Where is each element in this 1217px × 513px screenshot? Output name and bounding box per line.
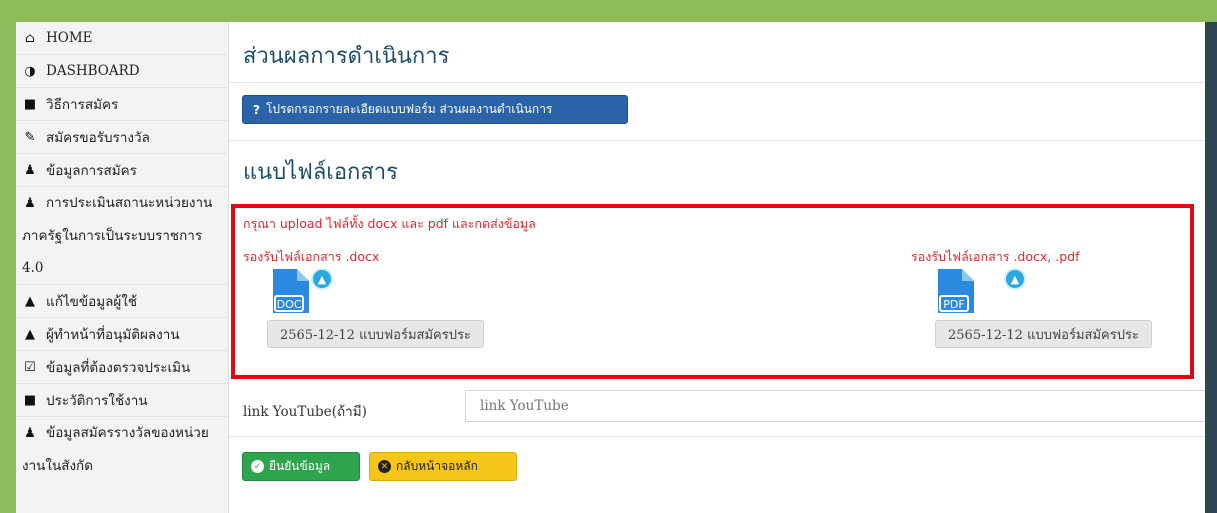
pdf-file-chip[interactable]: 2565-12-12 แบบฟอร์มสมัครประ: [935, 320, 1152, 348]
back-button-label: กลับหน้าจอหลัก: [396, 459, 478, 473]
upload-area: กรุณา upload ไฟล์ทั้ง docx และ pdf และกด…: [231, 204, 1194, 379]
upload-note: กรุณา upload ไฟล์ทั้ง docx และ pdf และกด…: [243, 216, 536, 231]
sidebar-item-application-info[interactable]: ♟ ข้อมูลการสมัคร: [16, 154, 228, 187]
form-details-button[interactable]: ? โปรดกรอกรายละเอียดแบบฟอร์ม ส่วนผลงานดำ…: [242, 95, 628, 124]
sidebar-item-label: ข้อมูลที่ต้องตรวจประเมิน: [46, 360, 191, 376]
pdf-hint: รองรับไฟล์เอกสาร .docx, .pdf: [911, 249, 1080, 264]
doc-file-chip[interactable]: 2565-12-12 แบบฟอร์มสมัครประ: [267, 320, 484, 348]
divider: [229, 140, 1205, 141]
doc-file-icon: DOC: [273, 269, 309, 313]
checkbox-icon: ☑: [24, 359, 36, 375]
doc-hint: รองรับไฟล์เอกสาร .docx: [243, 249, 380, 264]
left-frame-band: [0, 0, 16, 513]
sidebar: ⌂ HOME ◑ DASHBOARD ■ วิธีการสมัคร ✎ สมัค…: [16, 22, 229, 513]
sidebar-item-label: วิธีการสมัคร: [46, 97, 119, 113]
confirm-button[interactable]: ✓ ยืนยันข้อมูล: [242, 452, 360, 481]
users-icon: ♟: [24, 196, 36, 211]
user-icon: ▲: [25, 326, 35, 342]
info-icon: ?: [253, 102, 260, 117]
sidebar-item-label-text: การประเมินสถานะหน่วยงานภาครัฐในการเป็นระ…: [22, 195, 213, 276]
page-title: ส่วนผลการดำเนินการ: [243, 44, 450, 69]
sidebar-item-label: ประวัติการใช้งาน: [46, 393, 148, 409]
user-icon: ▲: [25, 293, 35, 309]
main-content: ส่วนผลการดำเนินการ ? โปรดกรอกรายละเอียดแ…: [229, 22, 1205, 513]
divider: [229, 82, 1205, 83]
doc-file-icon-label: DOC: [277, 298, 302, 311]
sidebar-item-label: ♟ การประเมินสถานะหน่วยงานภาครัฐในการเป็นร…: [22, 187, 222, 284]
users-icon: ♟: [24, 426, 36, 441]
youtube-input[interactable]: [465, 390, 1205, 422]
sidebar-item-label: ♟ ข้อมูลสมัครรางวัลของหน่วยงานในสังกัด: [22, 417, 218, 482]
sidebar-item-label: ข้อมูลการสมัคร: [46, 163, 137, 179]
close-circle-icon: ✕: [378, 460, 391, 473]
sidebar-item-edit-user[interactable]: ▲ แก้ไขข้อมูลผู้ใช้: [16, 285, 228, 318]
sidebar-item-label: HOME: [46, 30, 93, 46]
sidebar-item-label: ผู้ทำหน้าที่อนุมัติผลงาน: [46, 327, 180, 343]
sidebar-item-to-review[interactable]: ☑ ข้อมูลที่ต้องตรวจประเมิน: [16, 351, 228, 384]
upload-pdf-icon[interactable]: ▲: [1004, 268, 1026, 290]
top-frame-band: [0, 0, 1217, 22]
users-icon: ♟: [24, 162, 36, 178]
check-circle-icon: ✓: [251, 460, 264, 473]
file-icon: ■: [23, 96, 37, 112]
sidebar-item-label: แก้ไขข้อมูลผู้ใช้: [46, 294, 138, 310]
attach-files-title: แนบไฟล์เอกสาร: [243, 160, 398, 185]
pdf-file-icon: PDF: [938, 269, 974, 313]
pencil-icon: ✎: [24, 129, 36, 145]
book-icon: ■: [23, 392, 37, 408]
pdf-file-icon-label: PDF: [943, 298, 964, 311]
sidebar-item-home[interactable]: ⌂ HOME: [16, 22, 228, 55]
sidebar-item-label-text: ข้อมูลสมัครรางวัลของหน่วยงานในสังกัด: [22, 425, 209, 474]
sidebar-item-label: DASHBOARD: [46, 63, 140, 79]
divider: [229, 436, 1205, 437]
confirm-button-label: ยืนยันข้อมูล: [269, 459, 331, 473]
sidebar-item-affiliated-applications[interactable]: ♟ ข้อมูลสมัครรางวัลของหน่วยงานในสังกัด: [16, 417, 228, 482]
upload-doc-icon[interactable]: ▲: [311, 268, 333, 290]
sidebar-item-apply-award[interactable]: ✎ สมัครขอรับรางวัล: [16, 121, 228, 154]
sidebar-item-dashboard[interactable]: ◑ DASHBOARD: [16, 55, 228, 88]
sidebar-item-how-to-apply[interactable]: ■ วิธีการสมัคร: [16, 88, 228, 121]
youtube-label: link YouTube(ถ้ามี): [243, 404, 367, 420]
sidebar-item-usage-history[interactable]: ■ ประวัติการใช้งาน: [16, 384, 228, 417]
form-details-button-label: โปรดกรอกรายละเอียดแบบฟอร์ม ส่วนผลงานดำเน…: [265, 102, 553, 116]
home-icon: ⌂: [25, 30, 35, 46]
sidebar-item-label: สมัครขอรับรางวัล: [46, 130, 150, 146]
back-to-home-button[interactable]: ✕ กลับหน้าจอหลัก: [369, 452, 517, 481]
sidebar-item-approver[interactable]: ▲ ผู้ทำหน้าที่อนุมัติผลงาน: [16, 318, 228, 351]
sidebar-item-status-evaluation[interactable]: ♟ การประเมินสถานะหน่วยงานภาครัฐในการเป็นร…: [16, 187, 228, 285]
dashboard-icon: ◑: [24, 63, 36, 79]
